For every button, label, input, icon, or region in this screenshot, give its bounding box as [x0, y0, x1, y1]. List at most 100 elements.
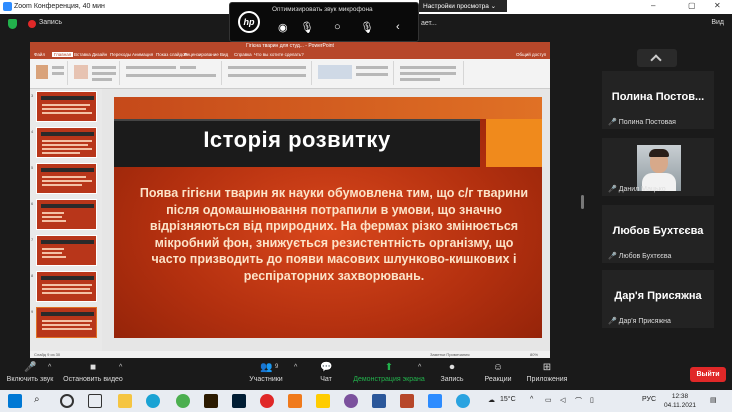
search-icon[interactable]: ⌕	[34, 394, 48, 408]
illustrator-icon[interactable]	[204, 394, 218, 408]
notes-comments[interactable]: Заметки Примечания	[430, 352, 470, 357]
zoom-level[interactable]: 80%	[530, 352, 538, 357]
share-screen-button[interactable]: ⬆ Демонстрация экрана	[352, 360, 426, 390]
language-indicator[interactable]: РУС	[642, 396, 656, 403]
ppt-tab[interactable]: Вставка	[74, 52, 91, 57]
participant-tile[interactable]: Любов Бухтєєва 🎤 Любов Бухтєєва	[602, 205, 714, 263]
slide-thumbnail[interactable]	[36, 199, 97, 230]
system-clock[interactable]: 12:38 04.11.2021	[664, 392, 696, 410]
participant-tile[interactable]: Полина Постов... 🎤 Полина Постовая	[602, 71, 714, 129]
reactions-button[interactable]: ☺ Реакции	[484, 360, 512, 390]
slide-thumbnail[interactable]	[36, 91, 97, 122]
wifi-icon[interactable]: ⌒	[575, 396, 582, 406]
view-settings-button[interactable]: Настройки просмотра ⌄	[419, 0, 507, 12]
participant-name: Полина Постов...	[611, 91, 705, 103]
temperature[interactable]: 15°C	[500, 396, 516, 403]
battery-icon[interactable]: ▯	[590, 396, 594, 404]
view-button[interactable]: Вид	[711, 19, 724, 26]
ppt-tab-active[interactable]: Главная	[52, 52, 74, 57]
microphone-wide-icon[interactable]: 🎙	[360, 21, 374, 34]
close-button[interactable]: ✕	[714, 1, 721, 10]
paragraph-group[interactable]	[224, 61, 312, 85]
radio-off-icon[interactable]: ◉	[278, 21, 288, 34]
slide-count: Слайд 9 из 30	[34, 352, 61, 357]
participant-gallery: Полина Постов... 🎤 Полина Постовая 🎤 Данил…	[597, 49, 715, 329]
audio-caret-icon[interactable]: ^	[48, 364, 51, 371]
telegram-icon[interactable]	[456, 394, 470, 408]
participant-name: Дар'я Присяжна	[614, 290, 702, 302]
participant-name: Любов Бухтєєва	[612, 225, 704, 237]
yandex-browser-icon[interactable]	[316, 394, 330, 408]
ppt-share-button[interactable]: Общий доступ	[516, 52, 546, 57]
edge-icon[interactable]	[146, 394, 160, 408]
participants-button[interactable]: 👥 Участники	[246, 360, 286, 390]
ppt-tab[interactable]: Переходы	[110, 52, 131, 57]
volume-icon[interactable]: ◁	[560, 396, 565, 404]
participant-tile[interactable]: Дар'я Присяжна 🎤 Дар'я Присяжна	[602, 270, 714, 328]
clipboard-group[interactable]	[32, 61, 68, 85]
apps-button[interactable]: ⊞ Приложения	[526, 360, 568, 390]
thumb-number: 9	[31, 309, 34, 314]
slides-group[interactable]	[70, 61, 120, 85]
notifications-icon[interactable]: ▤	[710, 396, 717, 404]
video-caret-icon[interactable]: ^	[119, 364, 122, 371]
powerpoint-icon[interactable]	[400, 394, 414, 408]
slide-canvas: Історія розвитку Поява гігієни тварин як…	[102, 89, 550, 351]
viber-icon[interactable]	[344, 394, 358, 408]
yandex-icon[interactable]	[260, 394, 274, 408]
file-explorer-icon[interactable]	[118, 394, 132, 408]
ppt-tab[interactable]: Дизайн	[92, 52, 107, 57]
ppt-tab[interactable]: Справка	[234, 52, 252, 57]
slide-thumbnail[interactable]	[36, 235, 97, 266]
ppt-tab[interactable]: Рецензирование	[184, 52, 219, 57]
editing-group[interactable]	[396, 61, 464, 85]
leave-meeting-button[interactable]: Выйти	[690, 367, 726, 382]
slide-thumbnail-selected[interactable]	[36, 307, 97, 338]
stop-video-button[interactable]: ■ Остановить видео	[60, 360, 126, 390]
participants-count: 9	[275, 364, 279, 370]
participants-caret-icon[interactable]: ^	[294, 364, 297, 371]
current-slide: Історія розвитку Поява гігієни тварин як…	[114, 97, 542, 338]
word-icon[interactable]	[372, 394, 386, 408]
minimize-button[interactable]: –	[651, 1, 655, 10]
share-scrollbar[interactable]	[581, 195, 584, 209]
photoshop-icon[interactable]	[232, 394, 246, 408]
slide-thumbnail[interactable]	[36, 271, 97, 302]
participants-icon: 👥	[260, 362, 273, 373]
reactions-icon: ☺	[492, 362, 504, 373]
ppt-tab[interactable]: Показ слайдов	[156, 52, 187, 57]
radio-on-icon[interactable]: ○	[334, 21, 341, 33]
ppt-tab[interactable]: Файл	[34, 52, 45, 57]
security-shield-icon[interactable]	[8, 19, 17, 29]
task-view-icon[interactable]	[88, 394, 102, 408]
share-caret-icon[interactable]: ^	[418, 364, 421, 371]
slide-accent-block	[486, 119, 542, 167]
record-button[interactable]: ⏺ Запись	[440, 360, 464, 390]
ppt-tab[interactable]: Вид	[220, 52, 228, 57]
cortana-icon[interactable]	[60, 394, 74, 408]
hp-logo: hp	[238, 11, 260, 33]
thumb-number: 6	[31, 201, 34, 206]
ppt-tell-me[interactable]: Что вы хотите сделать?	[254, 52, 304, 57]
font-group[interactable]	[122, 61, 222, 85]
collapse-chevron-icon[interactable]: ‹	[396, 21, 400, 33]
chat-button[interactable]: 💬 Чат	[316, 360, 336, 390]
chrome-icon[interactable]	[176, 394, 190, 408]
drawing-group[interactable]	[314, 61, 394, 85]
tray-chevron-icon[interactable]: ^	[530, 396, 533, 403]
participant-tile-video[interactable]: 🎤 Данил Мацько	[602, 138, 714, 196]
slide-thumbnail[interactable]	[36, 127, 97, 158]
gallery-up-arrow-icon[interactable]	[637, 49, 677, 67]
store-icon[interactable]	[288, 394, 302, 408]
slide-thumbnail[interactable]	[36, 163, 97, 194]
slide-body-text: Поява гігієни тварин як науки обумовлена…	[139, 186, 529, 283]
zoom-icon[interactable]	[428, 394, 442, 408]
chat-icon: 💬	[320, 362, 333, 373]
maximize-button[interactable]: ▢	[688, 1, 696, 10]
microphone-icon[interactable]: 🎙	[300, 21, 314, 34]
windows-icon[interactable]	[8, 394, 22, 408]
ppt-tab[interactable]: Анимация	[132, 52, 153, 57]
weather-cloud-icon[interactable]: ☁	[488, 396, 495, 404]
network-icon[interactable]: ▭	[545, 396, 552, 404]
thumb-number: 7	[31, 237, 34, 242]
